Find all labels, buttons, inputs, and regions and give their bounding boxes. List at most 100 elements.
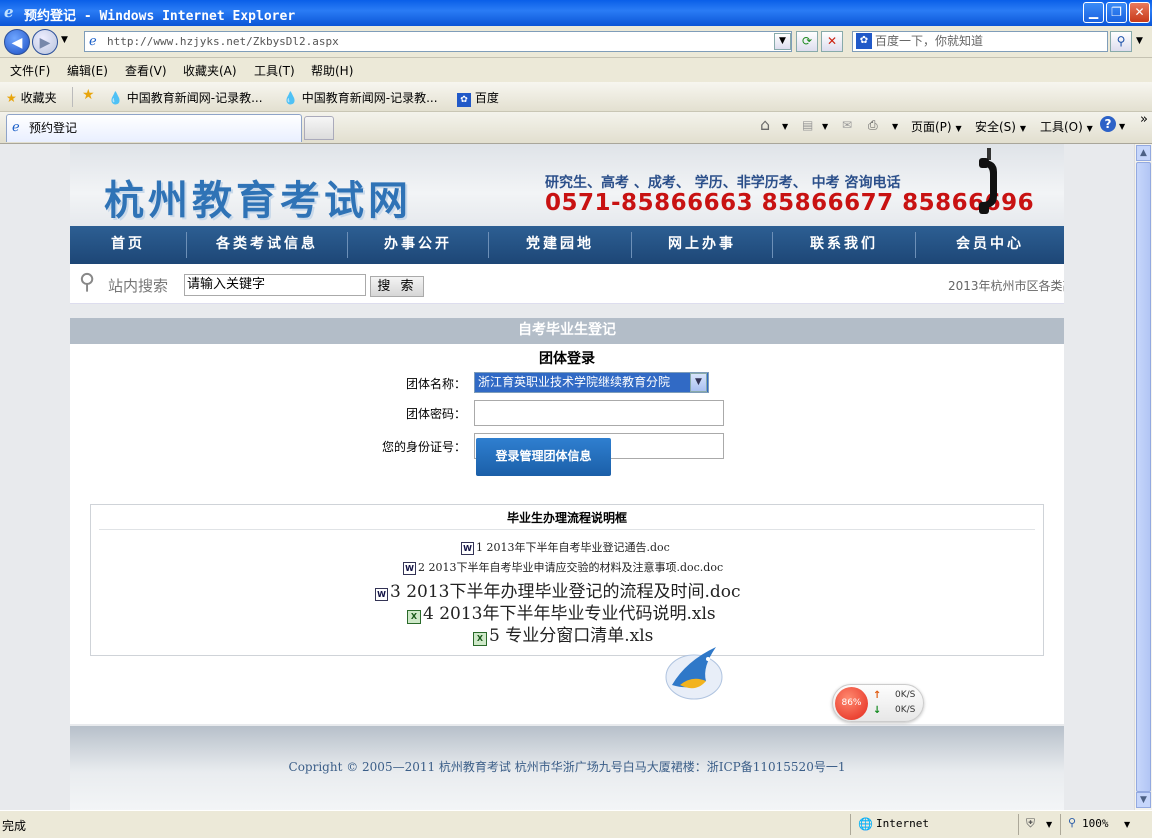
zoom-dropdown-icon[interactable]: ▼ xyxy=(1124,820,1130,829)
fav-link-1-label: 中国教育新闻网-记录教... xyxy=(126,91,263,105)
tools-menu[interactable]: 工具(O) ▼ xyxy=(1040,118,1093,135)
site-search-label: 站内搜索 xyxy=(108,277,169,295)
select-dropdown-icon[interactable]: ▼ xyxy=(690,373,707,392)
tools-menu-label: 工具(O) xyxy=(1040,120,1083,134)
panel-heading: 自考毕业生登记 xyxy=(70,318,1064,344)
help-dropdown-icon[interactable]: ▼ xyxy=(1119,122,1125,131)
favorites-label: 收藏夹 xyxy=(20,91,57,105)
more-commands-icon[interactable]: » xyxy=(1140,112,1148,127)
menu-help[interactable]: 帮助(H) xyxy=(311,62,353,79)
nav-online-service[interactable]: 网上办事 xyxy=(632,226,772,264)
fav-link-1[interactable]: 💧 中国教育新闻网-记录教... xyxy=(108,89,263,106)
page-viewport: 杭州教育考试网 研究生、高考 、成考、 学历、非学历考、 中考 咨询电话 057… xyxy=(0,144,1134,810)
print-icon[interactable]: ⎙ xyxy=(868,118,878,133)
nav-contact[interactable]: 联系我们 xyxy=(773,226,915,264)
group-password-label: 团体密码： xyxy=(405,407,466,421)
add-favorite-icon[interactable]: ★ xyxy=(82,87,95,103)
feeds-icon[interactable]: ▤ xyxy=(802,118,813,132)
page-menu[interactable]: 页面(P) ▼ xyxy=(911,118,962,135)
doc-link-2[interactable]: W2 2013下半年自考毕业申请应交验的材料及注意事项.doc.doc xyxy=(403,559,723,575)
refresh-button[interactable]: ⟳ xyxy=(796,31,818,52)
address-input[interactable]: ℯ http://www.hzjyks.net/ZkbysDl2.aspx xyxy=(84,31,792,52)
menu-tools[interactable]: 工具(T) xyxy=(254,62,295,79)
search-input[interactable]: ✿ 百度一下，你就知道 xyxy=(852,31,1108,52)
menu-bar: 文件(F) 编辑(E) 查看(V) 收藏夹(A) 工具(T) 帮助(H) xyxy=(0,58,1152,82)
close-window-button[interactable]: ✕ xyxy=(1129,2,1150,23)
floating-bird-icon[interactable] xyxy=(662,641,726,703)
forward-button[interactable]: ▶ xyxy=(32,29,58,55)
nav-public-affairs[interactable]: 办事公开 xyxy=(348,226,488,264)
address-dropdown-button[interactable]: ▼ xyxy=(774,33,791,50)
scroll-up-icon[interactable]: ▲ xyxy=(1136,145,1151,161)
star-icon: ★ xyxy=(6,91,17,105)
fav-link-2-label: 中国教育新闻网-记录教... xyxy=(301,91,438,105)
group-login-button[interactable]: 登录管理团体信息 xyxy=(476,438,611,476)
magnifier-icon: ⚲ xyxy=(79,270,96,295)
search-go-button[interactable]: ⚲ xyxy=(1110,31,1132,52)
favorites-button[interactable]: ★ 收藏夹 xyxy=(6,89,57,106)
menu-edit[interactable]: 编辑(E) xyxy=(67,62,108,79)
zoom-level[interactable]: 100% xyxy=(1082,817,1109,830)
magnifier-icon: ⚲ xyxy=(1116,34,1126,48)
help-icon[interactable]: ? xyxy=(1100,116,1116,132)
group-login-title: 团体登录 xyxy=(539,351,595,367)
status-divider xyxy=(1060,814,1061,835)
new-tab-button[interactable] xyxy=(304,116,334,140)
nav-exam-info[interactable]: 各类考试信息 xyxy=(187,226,347,264)
network-speed-widget[interactable]: 86% ↑ 0K/S ↓ 0K/S xyxy=(832,684,924,722)
restore-button[interactable]: ❐ xyxy=(1106,2,1127,23)
history-dropdown-icon[interactable]: ▼ xyxy=(61,35,68,45)
print-dropdown-icon[interactable]: ▼ xyxy=(892,122,898,131)
news-marquee[interactable]: 2013年杭州市区各类高 xyxy=(948,277,1064,294)
group-name-select[interactable]: 浙江育英职业技术学院继续教育分院 xyxy=(474,372,709,393)
baidu-paw-icon: ✿ xyxy=(457,93,471,107)
fav-link-baidu[interactable]: ✿ 百度 xyxy=(457,89,499,107)
excel-icon: X xyxy=(473,632,487,646)
scroll-thumb[interactable] xyxy=(1136,162,1151,792)
safety-menu[interactable]: 安全(S) ▼ xyxy=(975,118,1026,135)
menu-file[interactable]: 文件(F) xyxy=(10,62,50,79)
protected-mode-icon[interactable]: ⛨ xyxy=(1026,816,1035,831)
stop-icon: ✕ xyxy=(826,34,838,48)
globe-icon: 🌐 xyxy=(858,817,873,831)
site-slogan: 研究生、高考 、成考、 学历、非学历考、 中考 咨询电话 xyxy=(545,175,901,191)
chevron-down-icon[interactable]: ▼ xyxy=(1046,820,1052,829)
scroll-down-icon[interactable]: ▼ xyxy=(1136,792,1151,808)
feeds-dropdown-icon[interactable]: ▼ xyxy=(822,122,828,131)
home-icon[interactable]: ⌂ xyxy=(760,115,770,134)
stop-button[interactable]: ✕ xyxy=(821,31,843,52)
nav-home[interactable]: 首页 xyxy=(70,226,186,264)
site-search-row: ⚲ 站内搜索 请输入关键字 搜 索 2013年杭州市区各类高 xyxy=(70,264,1064,304)
menu-favorites[interactable]: 收藏夹(A) xyxy=(183,62,237,79)
tab-active[interactable]: ℯ 预约登记 xyxy=(6,114,302,142)
ie-page-icon: ℯ xyxy=(12,120,20,135)
nav-party-building[interactable]: 党建园地 xyxy=(489,226,631,264)
site-search-input[interactable]: 请输入关键字 xyxy=(184,274,366,296)
fav-link-2[interactable]: 💧 中国教育新闻网-记录教... xyxy=(283,89,438,106)
upload-speed: 0K/S xyxy=(895,690,916,700)
droplet-icon: 💧 xyxy=(283,91,298,105)
mail-icon[interactable]: ✉ xyxy=(842,118,852,132)
site-search-button[interactable]: 搜 索 xyxy=(370,276,424,297)
word-doc-icon: W xyxy=(461,542,474,555)
group-password-input[interactable] xyxy=(474,400,724,426)
status-divider xyxy=(850,814,851,835)
menu-view[interactable]: 查看(V) xyxy=(125,62,167,79)
home-dropdown-icon[interactable]: ▼ xyxy=(782,122,788,131)
nav-member-center[interactable]: 会员中心 xyxy=(916,226,1064,264)
upload-arrow-icon: ↑ xyxy=(873,690,882,701)
security-zone[interactable]: Internet xyxy=(876,817,929,830)
baidu-paw-icon: ✿ xyxy=(856,33,872,49)
search-options-icon[interactable]: ▼ xyxy=(1136,36,1143,46)
doc-link-1-label: 1 2013年下半年自考毕业登记通告.doc xyxy=(476,541,670,554)
back-button[interactable]: ◀ xyxy=(4,29,30,55)
doc-link-1[interactable]: W1 2013年下半年自考毕业登记通告.doc xyxy=(461,539,670,555)
divider xyxy=(99,529,1035,530)
address-text: http://www.hzjyks.net/ZkbysDl2.aspx xyxy=(107,35,339,48)
favbar-divider xyxy=(72,87,73,107)
doc-link-5[interactable]: X5 专业分窗口清单.xls xyxy=(473,621,653,646)
vertical-scrollbar[interactable]: ▲ ▼ xyxy=(1134,144,1152,810)
minimize-button[interactable]: ▁ xyxy=(1083,2,1104,23)
group-name-label: 团体名称： xyxy=(405,377,466,391)
process-info-title: 毕业生办理流程说明框 xyxy=(506,511,627,525)
